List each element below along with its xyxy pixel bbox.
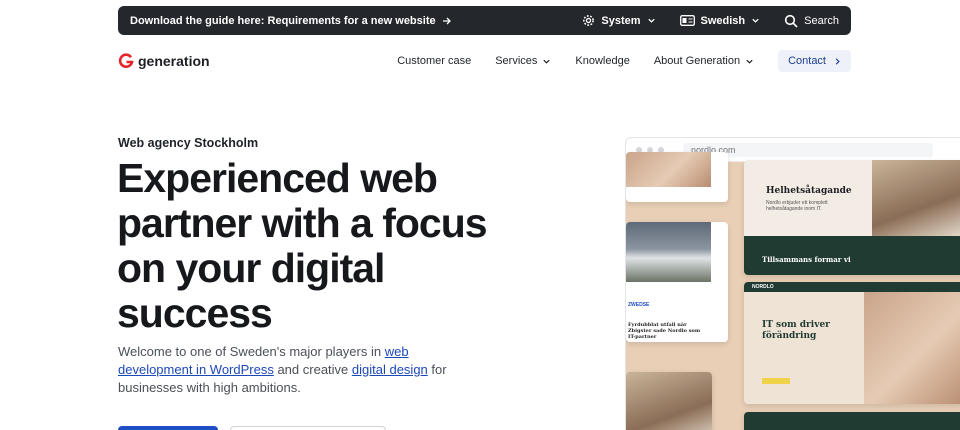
- nav-item-label: About Generation: [653, 55, 741, 67]
- digital-design-link[interactable]: digital design: [352, 362, 428, 377]
- intro-text: Welcome to one of Sweden's major players…: [118, 344, 385, 359]
- logo[interactable]: generation: [118, 53, 210, 69]
- nav-item-services[interactable]: Services: [495, 55, 551, 67]
- language-card-icon: [679, 15, 695, 26]
- announcement-bar: Download the guide here: Requirements fo…: [118, 6, 851, 35]
- contact-button[interactable]: Contact: [778, 50, 851, 72]
- mockup-card1-title: Helhetsåtagande: [766, 186, 852, 196]
- mockup-portrait-photo: [872, 160, 960, 236]
- main-nav: generation Customer case Services Knowle…: [118, 50, 851, 72]
- chevron-down-icon: [543, 59, 551, 64]
- contact-label: Contact: [788, 55, 826, 67]
- chevron-down-icon: [752, 18, 759, 23]
- gear-icon: [583, 15, 595, 26]
- mockup-card3-title: IT som driver förändring: [762, 320, 830, 341]
- system-dropdown[interactable]: System: [582, 14, 655, 27]
- logo-text: generation: [138, 53, 210, 69]
- primary-cta-button[interactable]: [118, 426, 218, 430]
- chevron-right-icon: [835, 57, 840, 65]
- mockup-yellow-button: [762, 378, 790, 384]
- mockup-card-bottom-right: [744, 412, 960, 430]
- search-button[interactable]: Search: [784, 14, 839, 28]
- mockup-card2-band: Tillsammans formar vi: [762, 255, 851, 264]
- nav-item-customer-case[interactable]: Customer case: [397, 55, 471, 67]
- nav-menu: Customer case Services Knowledge About G…: [397, 50, 851, 72]
- guide-link[interactable]: Download the guide here: Requirements fo…: [130, 15, 452, 27]
- intro-text: and creative: [273, 362, 352, 377]
- language-label: Swedish: [700, 14, 746, 27]
- mockup-card-bottom-left: [626, 372, 712, 430]
- mockup-brand-bar: [744, 282, 960, 292]
- guide-link-label: Download the guide here: Requirements fo…: [130, 14, 436, 27]
- mockup-portrait-photo: [864, 292, 960, 404]
- chevron-down-icon: [746, 59, 753, 64]
- mockup-news-tag: ZWEDSE: [628, 302, 650, 308]
- hero-eyebrow: Web agency Stockholm: [118, 136, 259, 150]
- hero-intro: Welcome to one of Sweden's major players…: [118, 343, 470, 397]
- mockup-card-news: ZWEDSE Fyrdubblat utfall när Zbigster sa…: [626, 222, 728, 342]
- search-icon: [785, 14, 798, 28]
- nav-item-label: Customer case: [397, 55, 472, 67]
- generation-logo-icon: [118, 53, 134, 68]
- chevron-down-icon: [647, 18, 655, 23]
- mockup-photo: [626, 152, 711, 187]
- system-label: System: [601, 14, 641, 27]
- mockup-canvas: ZWEDSE Fyrdubblat utfall när Zbigster sa…: [626, 152, 960, 430]
- nav-item-label: Knowledge: [575, 55, 630, 67]
- mockup-photo: [626, 372, 712, 430]
- mockup-body-text: Nordlo erbjuder ett komplett helhetsåtag…: [766, 200, 828, 212]
- nav-item-about[interactable]: About Generation: [654, 55, 754, 67]
- mockup-card-it: NORDLO IT som driver förändring: [744, 282, 960, 404]
- mockup-card3-brand: NORDLO: [752, 284, 774, 290]
- mockup-card-top-left: [626, 152, 728, 202]
- hero-headline: Experienced web partner with a focus on …: [117, 155, 488, 336]
- secondary-cta-button[interactable]: [230, 426, 386, 430]
- language-dropdown[interactable]: Swedish: [679, 14, 761, 27]
- browser-mockup-image: nordlo.com ZWEDSE Fyrdubblat utfall när …: [625, 137, 960, 430]
- nav-item-knowledge[interactable]: Knowledge: [575, 55, 629, 67]
- mockup-card-helhet: Helhetsåtagande Nordlo erbjuder ett komp…: [744, 160, 960, 275]
- nav-item-label: Services: [495, 55, 538, 67]
- search-label: Search: [804, 14, 839, 27]
- arrow-right-icon: [442, 17, 451, 24]
- mockup-truck-photo: [626, 222, 711, 282]
- mockup-news-headline: Fyrdubblat utfall när Zbigster sade Nord…: [628, 322, 701, 340]
